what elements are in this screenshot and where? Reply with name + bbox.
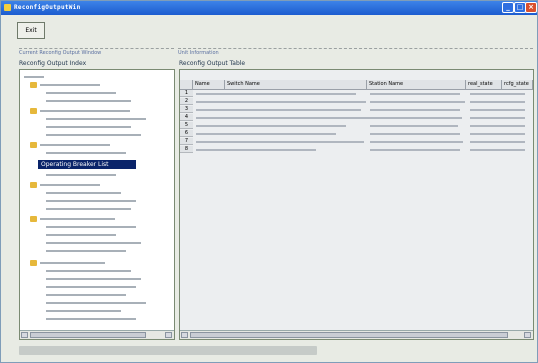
window-title: ReconfigOutputWin — [14, 4, 81, 11]
tree-node[interactable] — [46, 270, 131, 272]
tree-node[interactable] — [46, 208, 131, 210]
tree-node-root[interactable] — [24, 76, 44, 78]
table-cell[interactable] — [196, 93, 356, 95]
tree-node[interactable] — [40, 144, 110, 146]
table-cell[interactable] — [470, 141, 525, 143]
tree-node[interactable] — [46, 192, 121, 194]
scroll-left-arrow[interactable] — [21, 332, 28, 338]
close-button[interactable]: × — [525, 2, 537, 13]
table-cell[interactable] — [370, 117, 462, 119]
tree-node[interactable] — [40, 110, 130, 112]
table-row-number[interactable]: 4 — [180, 114, 193, 121]
tree-node[interactable] — [46, 100, 131, 102]
table-cell[interactable] — [470, 117, 525, 119]
table-cell[interactable] — [470, 149, 525, 151]
table-cell[interactable] — [370, 101, 465, 103]
table-cell[interactable] — [196, 149, 316, 151]
minimize-icon: _ — [506, 3, 510, 11]
column-header-rcfg-state[interactable]: rcfg_state — [502, 80, 533, 89]
tree-node[interactable] — [46, 250, 126, 252]
table-cell[interactable] — [196, 101, 366, 103]
folder-icon — [30, 216, 37, 222]
folder-icon — [30, 182, 37, 188]
tree-node[interactable] — [46, 318, 136, 320]
table-cell[interactable] — [196, 141, 364, 143]
tree-node[interactable] — [46, 286, 136, 288]
tree-node[interactable] — [46, 174, 116, 176]
tree-horizontal-scrollbar[interactable] — [20, 330, 174, 339]
title-bar[interactable]: ReconfigOutputWin _ □ × — [1, 1, 537, 15]
folder-icon — [30, 82, 37, 88]
table-cell[interactable] — [196, 125, 346, 127]
tree-node[interactable] — [46, 302, 146, 304]
table-row-number[interactable]: 1 — [180, 90, 193, 97]
reconfig-output-window: ReconfigOutputWin _ □ × Exit Current Rec… — [0, 0, 538, 363]
table-row-number[interactable]: 5 — [180, 122, 193, 129]
tree-node[interactable] — [46, 200, 136, 202]
tree-node[interactable] — [40, 218, 115, 220]
output-index-title: Reconfig Output Index — [19, 60, 87, 67]
table-cell[interactable] — [370, 109, 460, 111]
table-horizontal-scrollbar[interactable] — [180, 330, 533, 339]
table-cell[interactable] — [370, 93, 460, 95]
folder-icon — [30, 260, 37, 266]
table-cell[interactable] — [370, 149, 460, 151]
table-cell[interactable] — [196, 109, 361, 111]
output-index-tree[interactable]: Operating Breaker List — [19, 69, 175, 340]
tree-node[interactable] — [46, 226, 136, 228]
table-row-number[interactable]: 2 — [180, 98, 193, 105]
column-header-switch-name[interactable]: Switch Name — [225, 80, 367, 89]
table-cell[interactable] — [470, 133, 525, 135]
tree-node[interactable] — [46, 278, 141, 280]
scroll-right-arrow[interactable] — [524, 332, 531, 338]
scroll-thumb[interactable] — [190, 332, 508, 338]
column-header-real-state[interactable]: real_state — [466, 80, 502, 89]
table-cell[interactable] — [196, 133, 336, 135]
table-row-number[interactable]: 3 — [180, 106, 193, 113]
scroll-thumb[interactable] — [30, 332, 146, 338]
folder-icon — [30, 142, 37, 148]
table-row-number[interactable]: 7 — [180, 138, 193, 145]
table-cell[interactable] — [470, 93, 525, 95]
app-icon — [4, 4, 11, 11]
table-cell[interactable] — [470, 125, 525, 127]
table-cell[interactable] — [370, 141, 463, 143]
tree-node[interactable] — [46, 294, 126, 296]
table-cell[interactable] — [370, 133, 460, 135]
close-icon: × — [528, 3, 534, 11]
tree-node[interactable] — [46, 118, 146, 120]
table-cell[interactable] — [470, 101, 525, 103]
scroll-left-arrow[interactable] — [181, 332, 188, 338]
maximize-icon: □ — [516, 3, 524, 11]
tree-node[interactable] — [46, 152, 126, 154]
column-header-station-name[interactable]: Station Name — [367, 80, 466, 89]
minimize-button[interactable]: _ — [502, 2, 514, 13]
table-cell[interactable] — [370, 125, 458, 127]
folder-icon — [30, 108, 37, 114]
output-table[interactable]: Name Switch Name Station Name real_state… — [179, 69, 534, 340]
tree-node[interactable] — [40, 184, 100, 186]
column-header-index — [180, 80, 193, 89]
tree-node[interactable] — [46, 242, 141, 244]
tree-node[interactable] — [46, 92, 116, 94]
exit-button[interactable]: Exit — [17, 22, 45, 39]
output-table-title: Reconfig Output Table — [179, 60, 246, 67]
table-cell[interactable] — [196, 117, 371, 119]
table-row-number[interactable]: 6 — [180, 130, 193, 137]
table-row-number[interactable]: 8 — [180, 146, 193, 153]
tree-node[interactable] — [46, 134, 141, 136]
table-header: Name Switch Name Station Name real_state… — [180, 80, 533, 90]
status-bar — [19, 346, 317, 355]
tree-node[interactable] — [46, 310, 121, 312]
scroll-right-arrow[interactable] — [165, 332, 172, 338]
tree-node[interactable] — [46, 126, 131, 128]
unit-information: Unit Information — [178, 48, 533, 56]
tree-node[interactable] — [46, 234, 116, 236]
current-output-info: Current Reconfig Output Window — [19, 48, 174, 56]
tree-node[interactable] — [40, 84, 100, 86]
tree-node[interactable] — [40, 262, 105, 264]
column-header-name[interactable]: Name — [193, 80, 225, 89]
tree-item-selected[interactable]: Operating Breaker List — [38, 160, 136, 169]
table-cell[interactable] — [470, 109, 525, 111]
